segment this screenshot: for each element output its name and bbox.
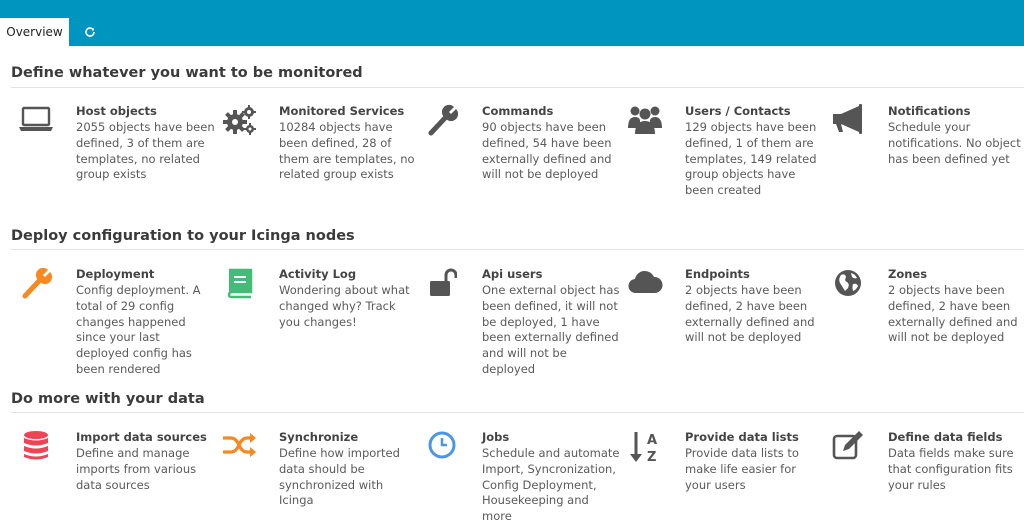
tile-description: Config deployment. A total of 29 config …	[76, 283, 201, 376]
tile-host-objects[interactable]: Host objects 2055 objects have been defi…	[18, 104, 218, 214]
tile-title: Define data fields	[888, 430, 1003, 444]
tile-api-users[interactable]: Api users One external object has been d…	[424, 267, 624, 377]
tile-description: Data fields make sure that configuration…	[888, 446, 1014, 492]
megaphone-icon	[830, 104, 866, 140]
wrench-icon	[424, 104, 460, 140]
tile-description: 2055 objects have been defined, 3 of the…	[76, 120, 215, 182]
clock-icon	[424, 430, 460, 466]
tile-notifications[interactable]: Notifications Schedule your notification…	[830, 104, 1024, 214]
tab-overview[interactable]: Overview	[0, 18, 69, 46]
tile-import-data-sources[interactable]: Import data sources Define and manage im…	[18, 430, 218, 523]
tile-activity-log[interactable]: Activity Log Wondering about what change…	[221, 267, 421, 377]
tile-deployment[interactable]: Deployment Config deployment. A total of…	[18, 267, 218, 377]
tile-commands[interactable]: Commands 90 objects have been defined, 5…	[424, 104, 624, 214]
tile-description: Schedule your notifications. No object h…	[888, 120, 1021, 166]
tile-description: 2 objects have been defined, 2 have been…	[888, 283, 1018, 345]
tile-jobs[interactable]: Jobs Schedule and automate Import, Syncr…	[424, 430, 624, 523]
tile-title: Deployment	[76, 267, 155, 281]
tile-description: Define and manage imports from various d…	[76, 446, 197, 492]
tile-monitored-services[interactable]: Monitored Services 10284 objects have be…	[221, 104, 421, 214]
section-divider	[11, 87, 1024, 88]
tile-title: Endpoints	[685, 267, 750, 281]
tile-endpoints[interactable]: Endpoints 2 objects have been defined, 2…	[627, 267, 827, 377]
book-icon	[221, 267, 257, 303]
lock-open-icon	[424, 267, 460, 303]
section-title-deploy: Deploy configuration to your Icinga node…	[11, 228, 355, 244]
tile-title: Import data sources	[76, 430, 207, 444]
section-title-data: Do more with your data	[11, 391, 205, 407]
cloud-icon	[627, 267, 663, 303]
tile-description: One external object has been defined, it…	[482, 283, 620, 376]
tile-title: Api users	[482, 267, 543, 281]
tile-title: Synchronize	[279, 430, 359, 444]
tile-zones[interactable]: Zones 2 objects have been defined, 2 hav…	[830, 267, 1024, 377]
svg-text:A: A	[647, 433, 657, 448]
users-icon	[627, 104, 663, 140]
tile-users-contacts[interactable]: Users / Contacts 129 objects have been d…	[627, 104, 827, 214]
gears-icon	[221, 104, 257, 140]
sort-alpha-icon: A Z	[627, 430, 663, 466]
section-divider	[11, 249, 1024, 250]
tile-title: Provide data lists	[685, 430, 799, 444]
tile-description: 90 objects have been defined, 54 have be…	[482, 120, 612, 182]
tile-title: Monitored Services	[279, 104, 405, 118]
shuffle-icon	[221, 430, 257, 466]
tile-title: Commands	[482, 104, 554, 118]
section-divider	[11, 412, 1024, 413]
refresh-icon[interactable]	[78, 20, 102, 44]
tile-title: Users / Contacts	[685, 104, 791, 118]
tile-define-data-fields[interactable]: Define data fields Data fields make sure…	[830, 430, 1024, 523]
tile-description: Wondering about what changed why? Track …	[279, 283, 410, 329]
edit-icon	[830, 430, 866, 466]
tile-title: Jobs	[482, 430, 510, 444]
database-icon	[18, 430, 54, 466]
svg-text:Z: Z	[647, 450, 656, 464]
tile-description: 10284 objects have been defined, 28 of t…	[279, 120, 415, 182]
tile-title: Activity Log	[279, 267, 357, 281]
tile-description: Define how imported data should be synch…	[279, 446, 400, 508]
tile-title: Zones	[888, 267, 928, 281]
tile-description: Schedule and automate Import, Syncroniza…	[482, 446, 620, 523]
tile-description: 129 objects have been defined, 1 of them…	[685, 120, 817, 198]
tile-provide-data-lists[interactable]: A Z Provide data lists Provide data list…	[627, 430, 827, 523]
wrench-icon	[18, 267, 54, 303]
tile-title: Host objects	[76, 104, 157, 118]
tile-description: 2 objects have been defined, 2 have been…	[685, 283, 815, 345]
tile-synchronize[interactable]: Synchronize Define how imported data sho…	[221, 430, 421, 523]
tile-title: Notifications	[888, 104, 971, 118]
globe-icon	[830, 267, 866, 303]
tile-description: Provide data lists to make life easier f…	[685, 446, 799, 492]
section-title-monitoring: Define whatever you want to be monitored	[11, 65, 363, 81]
top-bar	[0, 0, 1024, 46]
laptop-icon	[18, 104, 54, 140]
